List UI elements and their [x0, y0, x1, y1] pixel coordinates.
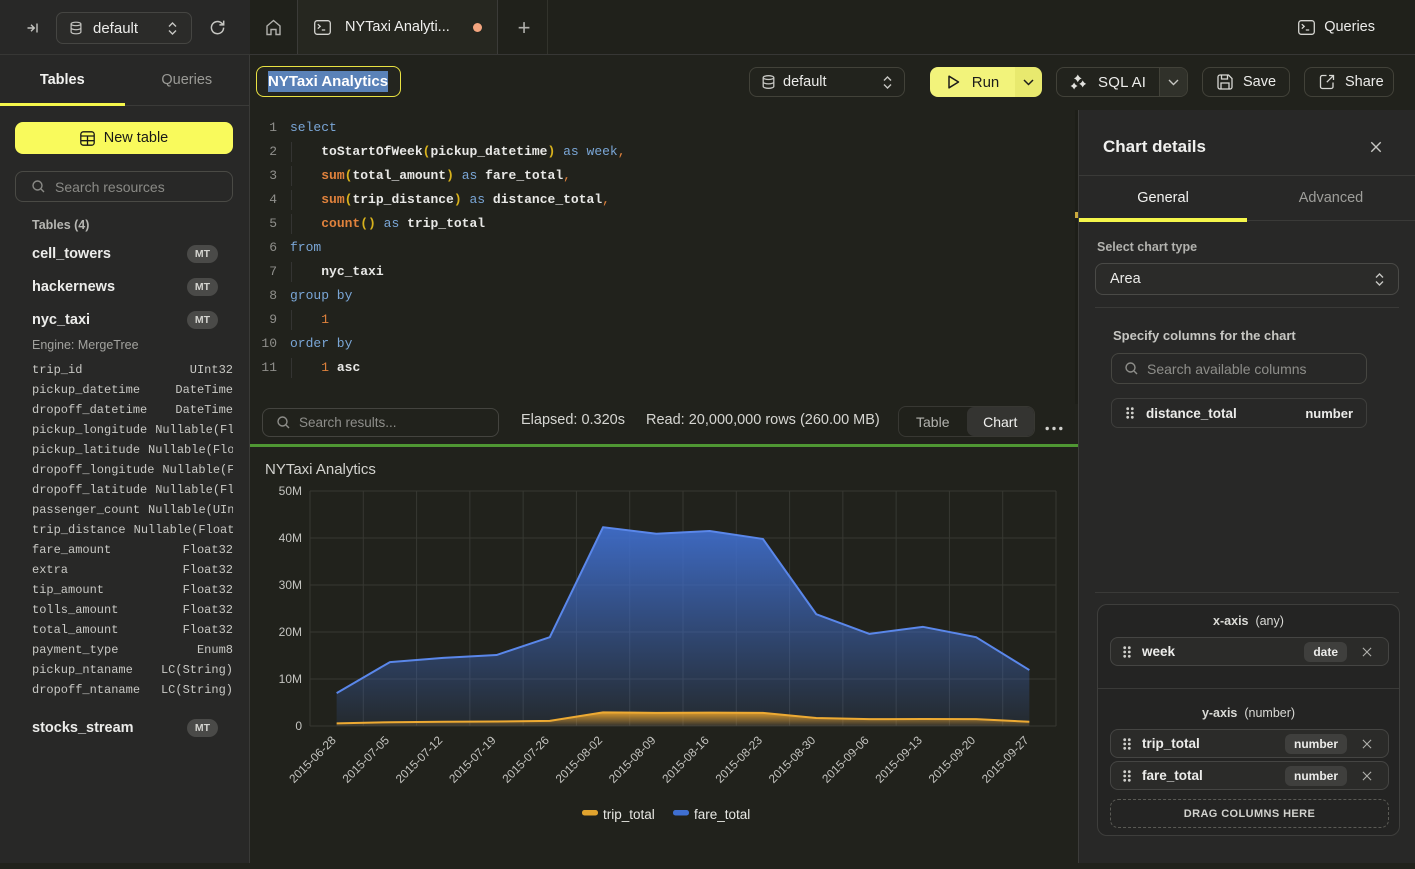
svg-text:2015-08-23: 2015-08-23 [712, 733, 765, 786]
svg-text:2015-08-02: 2015-08-02 [553, 733, 606, 786]
svg-text:0: 0 [295, 719, 302, 733]
svg-text:40M: 40M [279, 531, 302, 545]
svg-text:20M: 20M [279, 625, 302, 639]
svg-text:2015-09-13: 2015-09-13 [872, 733, 925, 786]
svg-text:2015-06-28: 2015-06-28 [286, 733, 339, 786]
svg-text:50M: 50M [279, 484, 302, 498]
svg-text:30M: 30M [279, 578, 302, 592]
svg-text:2015-09-06: 2015-09-06 [819, 733, 872, 786]
svg-text:fare_total: fare_total [694, 807, 750, 822]
svg-text:2015-07-19: 2015-07-19 [446, 733, 499, 786]
svg-text:2015-09-27: 2015-09-27 [979, 733, 1032, 786]
svg-text:2015-08-16: 2015-08-16 [659, 733, 712, 786]
svg-text:2015-08-09: 2015-08-09 [606, 733, 659, 786]
svg-text:NYTaxi Analytics: NYTaxi Analytics [265, 461, 376, 478]
svg-text:2015-08-30: 2015-08-30 [766, 733, 819, 786]
svg-text:10M: 10M [279, 672, 302, 686]
svg-text:2015-07-26: 2015-07-26 [499, 733, 552, 786]
svg-text:2015-07-05: 2015-07-05 [339, 733, 392, 786]
svg-text:2015-07-12: 2015-07-12 [393, 733, 446, 786]
svg-text:2015-09-20: 2015-09-20 [926, 733, 979, 786]
svg-text:trip_total: trip_total [603, 807, 655, 822]
